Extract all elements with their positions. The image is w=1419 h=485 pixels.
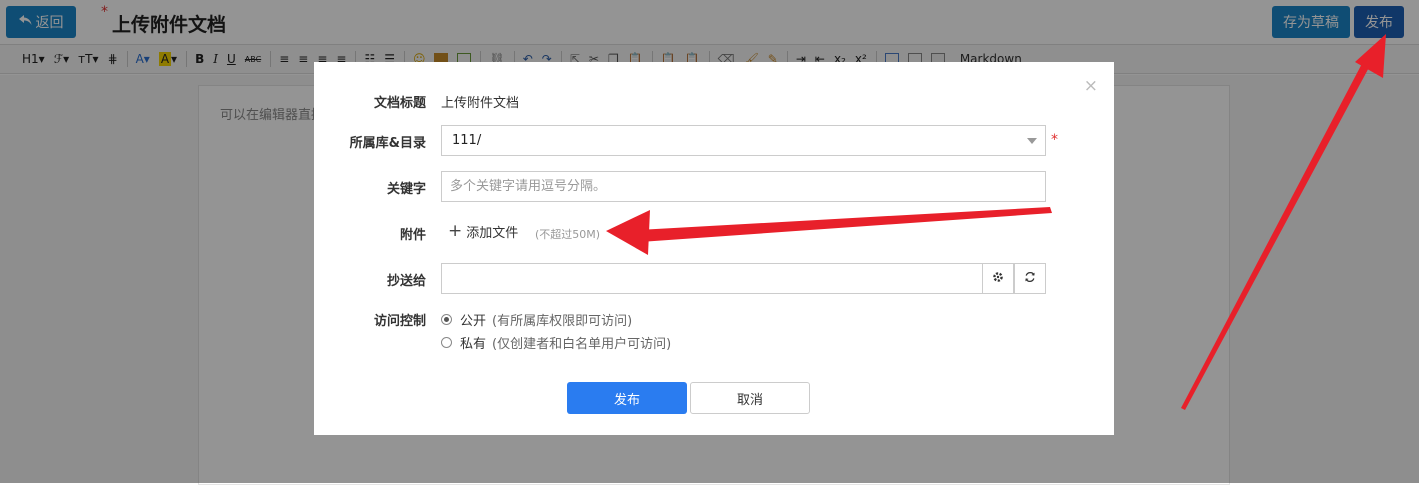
doc-title-label: 文档标题 <box>373 96 426 111</box>
refresh-icon <box>1024 271 1036 287</box>
library-select[interactable]: 111/ <box>441 125 1046 156</box>
cc-input[interactable] <box>441 263 983 294</box>
access-control-label: 访问控制 <box>373 314 426 329</box>
attachment-label: 附件 <box>399 228 426 243</box>
publish-dialog: × 文档标题 上传附件文档 所属库&目录 111/ * 关键字 多个关键字请用逗… <box>314 62 1114 435</box>
library-select-value: 111/ <box>452 133 482 148</box>
doc-title-value: 上传附件文档 <box>441 96 520 111</box>
keywords-input[interactable]: 多个关键字请用逗号分隔。 <box>441 171 1046 202</box>
access-private-note: (仅创建者和白名单用户可访问) <box>492 337 672 352</box>
add-file-button[interactable]: + 添加文件 <box>448 221 519 242</box>
gear-icon <box>992 271 1004 287</box>
publish-button[interactable]: 发布 <box>567 382 687 414</box>
cc-label: 抄送给 <box>386 274 426 289</box>
cc-settings-button[interactable] <box>982 263 1014 294</box>
access-option-private[interactable]: 私有 (仅创建者和白名单用户可访问) <box>441 333 671 352</box>
add-file-label: 添加文件 <box>466 226 519 241</box>
cc-refresh-button[interactable] <box>1014 263 1046 294</box>
access-public-note: (有所属库权限即可访问) <box>492 314 633 329</box>
access-public-label: 公开 <box>460 314 487 329</box>
keywords-label: 关键字 <box>386 182 426 197</box>
access-option-public[interactable]: 公开 (有所属库权限即可访问) <box>441 310 632 329</box>
cancel-button[interactable]: 取消 <box>690 382 810 414</box>
close-icon[interactable]: × <box>1084 78 1098 95</box>
access-private-label: 私有 <box>460 337 487 352</box>
radio-private[interactable] <box>441 337 452 348</box>
chevron-down-icon <box>1027 138 1037 144</box>
radio-public[interactable] <box>441 314 452 325</box>
file-size-hint: (不超过50M) <box>535 228 601 241</box>
library-required-mark: * <box>1051 132 1058 148</box>
library-label: 所属库&目录 <box>349 136 426 151</box>
plus-icon: + <box>448 221 463 241</box>
